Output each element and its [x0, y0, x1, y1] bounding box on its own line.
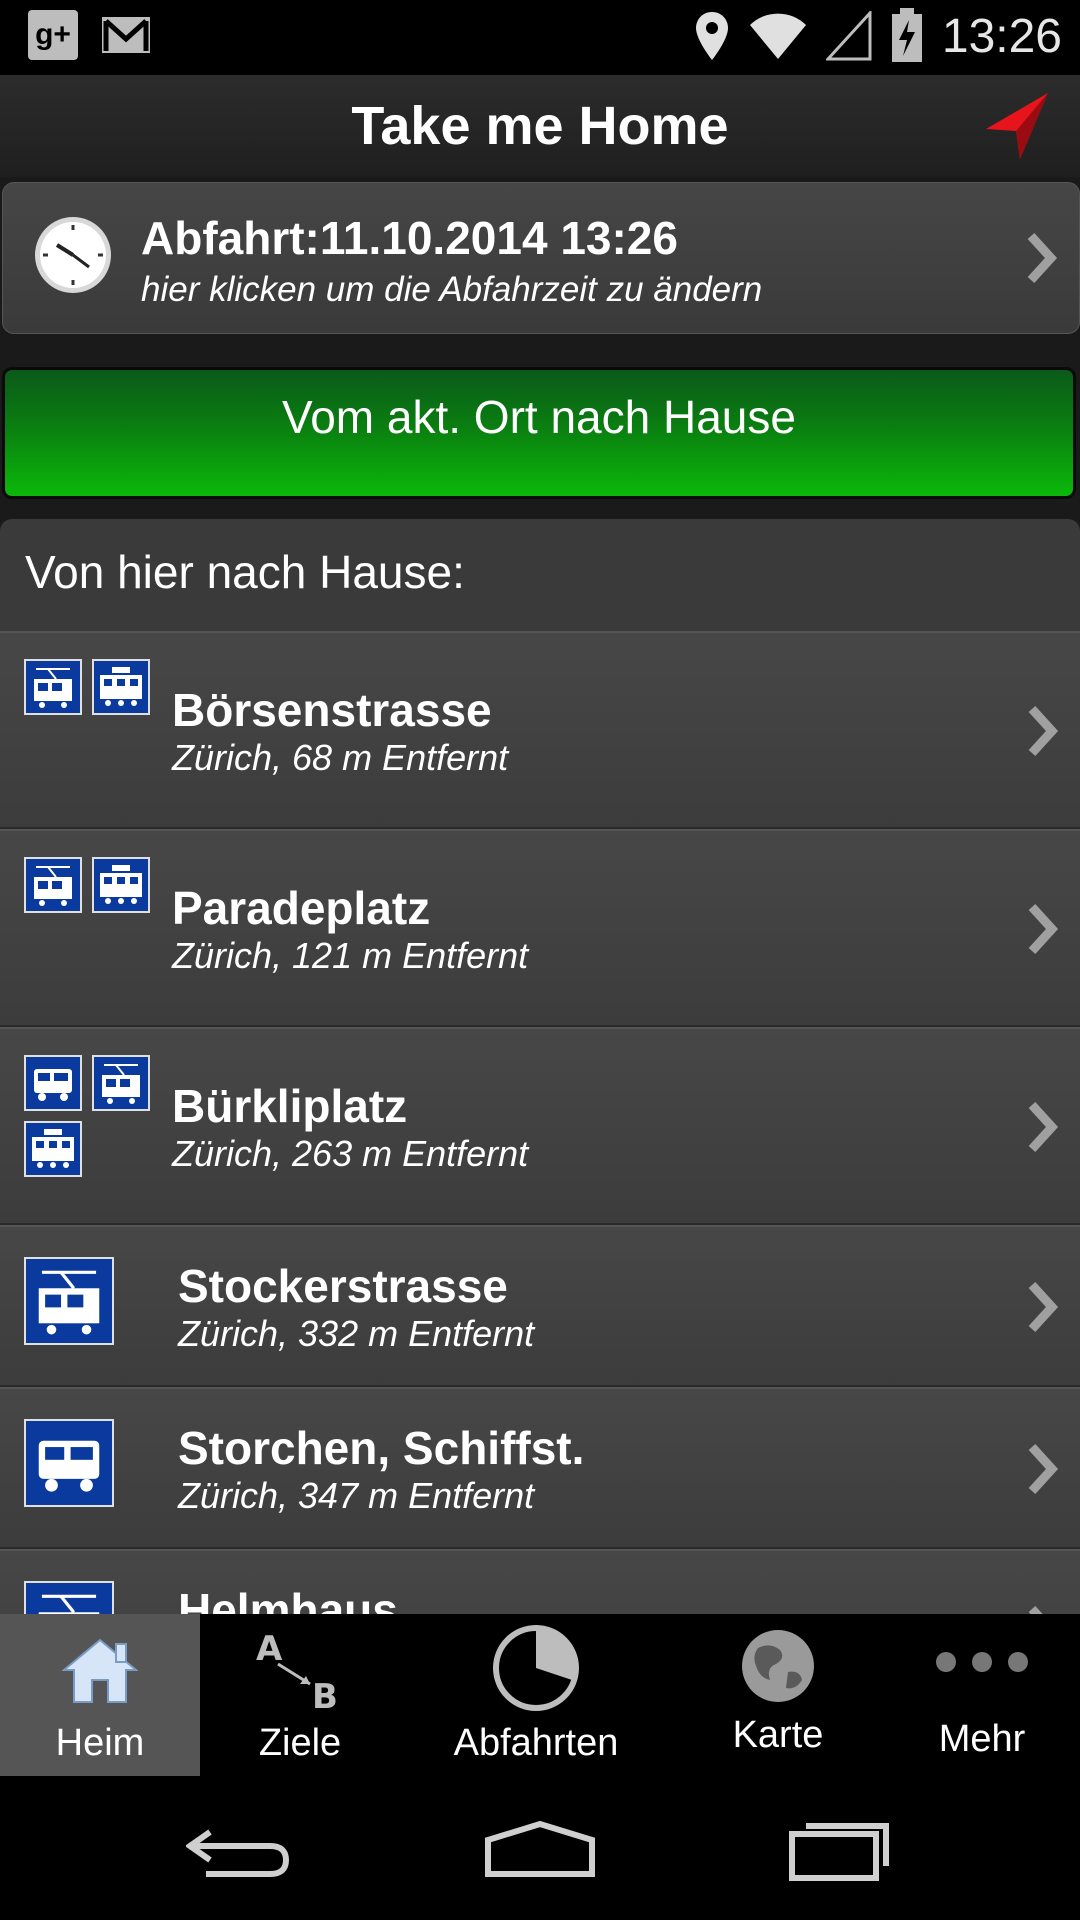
chevron-right-icon — [1027, 232, 1058, 284]
app-title: Take me Home — [351, 96, 729, 156]
station-name: Storchen, Schiffst. — [178, 1422, 585, 1474]
home-from-current-location-button[interactable]: Vom akt. Ort nach Hause — [2, 367, 1076, 499]
station-name: Stockerstrasse — [178, 1260, 508, 1312]
tab-mehr[interactable]: Mehr — [884, 1614, 1080, 1776]
train-icon — [92, 857, 150, 913]
station-distance: Zürich, 121 m Entfernt — [172, 935, 529, 976]
status-time: 13:26 — [941, 9, 1062, 63]
globe-icon — [742, 1630, 814, 1702]
content-area: Abfahrt:11.10.2014 13:26 hier klicken um… — [0, 177, 1080, 1614]
clock-icon — [35, 217, 111, 293]
a-to-b-icon: A B — [256, 1629, 338, 1714]
station-row[interactable]: Storchen, Schiffst. Zürich, 347 m Entfer… — [0, 1387, 1080, 1549]
station-row[interactable]: Stockerstrasse Zürich, 332 m Entfernt — [0, 1225, 1080, 1387]
tab-label: Ziele — [258, 1722, 342, 1764]
tab-label: Abfahrten — [453, 1722, 619, 1764]
train-icon — [24, 1121, 82, 1177]
tab-karte[interactable]: Karte — [672, 1614, 884, 1776]
signal-icon — [825, 11, 872, 61]
system-navigation-bar — [0, 1776, 1080, 1920]
stations-list: Von hier nach Hause: Börsenstrasse Züric… — [0, 519, 1080, 1614]
station-name: Paradeplatz — [172, 882, 431, 934]
tab-heim[interactable]: Heim — [0, 1614, 200, 1776]
home-icon — [62, 1638, 138, 1703]
status-bar: g+ 13:26 — [0, 0, 1080, 75]
tab-abfahrten[interactable]: Abfahrten — [400, 1614, 672, 1776]
station-row[interactable]: Börsenstrasse Zürich, 68 m Entfernt — [0, 631, 1080, 829]
tab-label: Karte — [732, 1714, 824, 1756]
station-distance: Zürich, 263 m Entfernt — [172, 1133, 529, 1174]
tram-icon — [24, 659, 82, 715]
tab-ziele[interactable]: A B Ziele — [200, 1614, 400, 1776]
station-row[interactable]: Helmhaus — [0, 1549, 1080, 1614]
wifi-icon — [749, 13, 806, 60]
action-bar: Take me Home — [0, 75, 1080, 179]
departure-subtitle: hier klicken um die Abfahrzeit zu ändern — [141, 270, 763, 309]
station-row[interactable]: Paradeplatz Zürich, 121 m Entfernt — [0, 829, 1080, 1027]
status-right: 13:26 — [694, 8, 1062, 64]
station-distance: Zürich, 68 m Entfernt — [172, 737, 509, 778]
departure-time-card[interactable]: Abfahrt:11.10.2014 13:26 hier klicken um… — [2, 182, 1080, 334]
bus-icon — [24, 1055, 82, 1111]
home-button-label: Vom akt. Ort nach Hause — [282, 391, 796, 443]
google-plus-icon: g+ — [28, 10, 78, 60]
location-icon — [695, 12, 728, 60]
station-row[interactable]: Bürkliplatz Zürich, 263 m Entfernt — [0, 1027, 1080, 1225]
station-name: Bürkliplatz — [172, 1080, 408, 1132]
tram-icon — [24, 857, 82, 913]
bottom-tab-bar: Heim A B Ziele Abfahrten Karte Mehr — [0, 1614, 1080, 1776]
station-name: Börsenstrasse — [172, 684, 492, 736]
list-header: Von hier nach Hause: — [25, 546, 465, 598]
tab-label: Mehr — [938, 1718, 1026, 1760]
chevron-right-icon — [1028, 1605, 1043, 1614]
train-icon — [92, 659, 150, 715]
status-left: g+ — [28, 10, 152, 60]
station-distance: Zürich, 347 m Entfernt — [178, 1475, 535, 1516]
svg-text:B: B — [312, 1677, 338, 1714]
chevron-right-icon — [1028, 903, 1059, 955]
station-name: Helmhaus — [178, 1584, 398, 1614]
chevron-right-icon — [1028, 1101, 1059, 1153]
tram-icon — [24, 1257, 114, 1345]
more-icon — [936, 1652, 1028, 1672]
back-icon[interactable] — [186, 1820, 292, 1878]
home-nav-icon[interactable] — [484, 1820, 596, 1878]
gmail-icon — [102, 17, 150, 53]
battery-icon — [891, 8, 922, 62]
chevron-right-icon — [1028, 705, 1059, 757]
bus-icon — [24, 1419, 114, 1507]
tab-label: Heim — [55, 1722, 145, 1764]
navigation-arrow-icon[interactable] — [982, 89, 1052, 163]
chevron-right-icon — [1028, 1443, 1059, 1495]
chevron-right-icon — [1028, 1281, 1059, 1333]
tram-icon — [92, 1055, 150, 1111]
timer-icon — [493, 1625, 579, 1711]
recent-apps-icon[interactable] — [788, 1816, 894, 1882]
tram-icon — [24, 1581, 114, 1614]
station-distance: Zürich, 332 m Entfernt — [178, 1313, 535, 1354]
departure-title: Abfahrt:11.10.2014 13:26 — [141, 212, 678, 264]
